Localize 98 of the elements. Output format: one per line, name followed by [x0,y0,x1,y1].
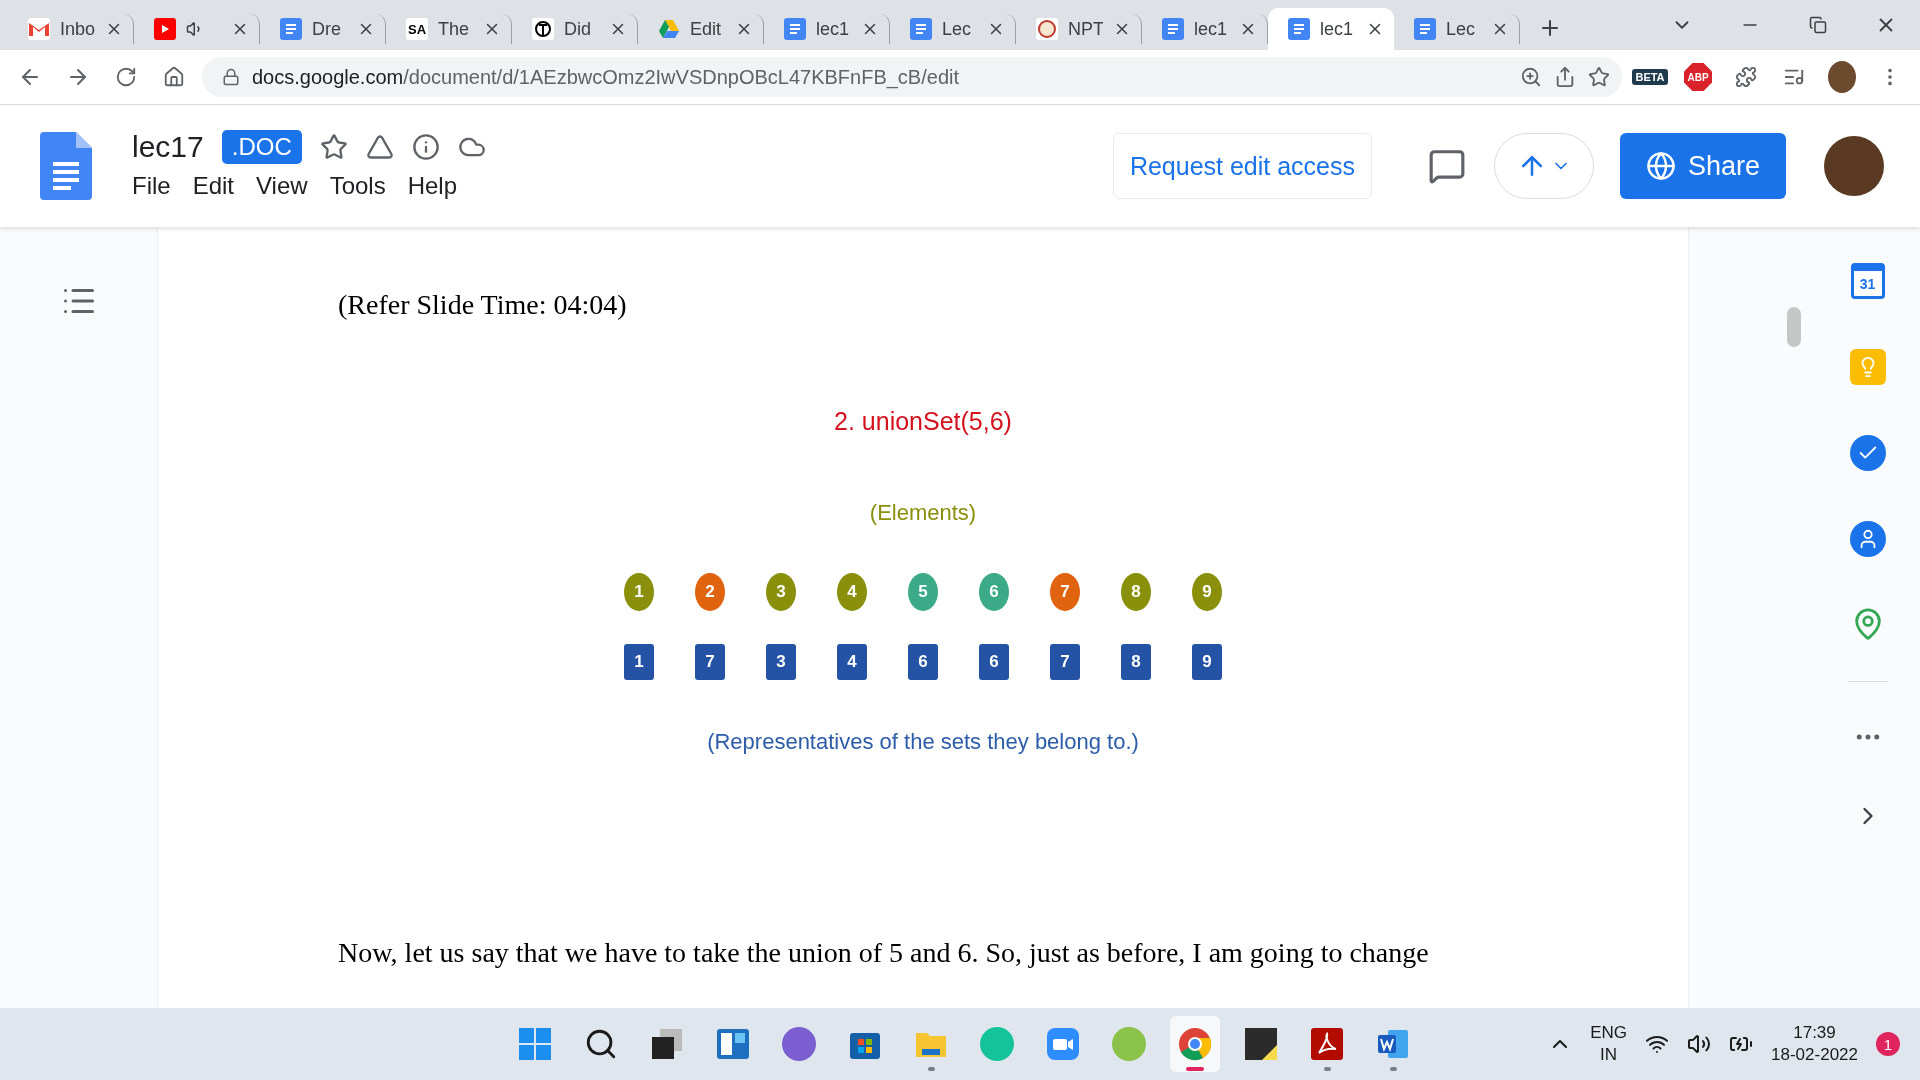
tab-title: Dre [312,18,342,40]
document-icon [1414,18,1436,40]
menu-item[interactable]: View [250,170,314,202]
representative-node: 8 [1121,644,1151,680]
check-icon[interactable] [1849,435,1886,471]
element-node: 2 [695,573,725,611]
scrollbar-thumb[interactable] [1787,307,1801,347]
calendar-icon[interactable]: 31 [1850,263,1885,299]
representative-node: 6 [979,644,1009,680]
language-indicator[interactable]: ENG IN [1590,1022,1628,1066]
chat-icon [782,1027,816,1061]
tab-title: lec1 [1320,18,1355,40]
document-logo-icon [40,132,92,200]
representative-node: 6 [908,644,938,680]
profile-avatar[interactable] [1824,136,1884,196]
share-button[interactable]: Share [1620,133,1786,199]
file-type-badge: .DOC [221,130,302,164]
browser-tab[interactable]: Lec [890,14,1016,44]
drive-add-icon[interactable] [365,133,394,161]
representative-node: 3 [766,644,796,680]
browser-tab[interactable]: SA The [386,14,512,44]
document-icon [1162,18,1184,40]
element-node: 8 [1121,573,1151,611]
share-icon[interactable] [1554,66,1576,88]
video-camera-icon [1046,1027,1080,1061]
slide-reference: (Refer Slide Time: 04:04) [338,288,628,322]
clock[interactable]: 17:39 18-02-2022 [1771,1022,1858,1066]
tab-title: The [438,18,471,40]
element-node: 1 [624,573,654,611]
document-icon [910,18,932,40]
speaker-icon[interactable] [1687,1032,1712,1056]
info-icon[interactable] [411,133,440,161]
star-icon[interactable] [319,133,348,161]
browser-tab[interactable]: NPT [1016,14,1142,44]
elements-label: (Elements) [869,499,977,527]
element-node: 4 [837,573,867,611]
browser-tab[interactable]: lec1 [1142,14,1268,44]
triangle-logo-icon [658,18,680,40]
menu-item[interactable]: Tools [323,170,392,202]
comment-icon[interactable] [1428,147,1466,185]
slide-title: 2. unionSet(5,6) [834,406,1012,437]
windows-icon [518,1027,552,1061]
document-icon [1288,18,1310,40]
globe-icon [1645,151,1676,181]
representative-node: 1 [624,644,654,680]
representative-node: 7 [1050,644,1080,680]
request-edit-button[interactable]: Request edit access [1112,133,1372,199]
play-icon [154,18,176,40]
widgets-icon [716,1027,750,1061]
browser-tab[interactable]: Did [512,14,638,44]
circle-logo-icon [980,1027,1014,1061]
document-icon [280,18,302,40]
representative-node: 9 [1192,644,1222,680]
element-node: 3 [766,573,796,611]
task-view-icon [650,1027,684,1061]
tab-title: Edit [690,18,723,40]
app-icon [1112,1027,1146,1061]
browser-tab[interactable]: lec1 [764,14,890,44]
star-icon[interactable] [1588,66,1610,88]
tab-title: lec1 [816,18,851,40]
logo-icon [532,18,554,40]
lock-icon [222,68,240,86]
element-node: 6 [979,573,1009,611]
browser-tab[interactable]: Dre [260,14,386,44]
browser-logo-icon [1178,1027,1212,1061]
menu-item[interactable]: File [126,170,177,202]
person-icon[interactable] [1849,521,1886,557]
browser-tab[interactable]: lec1 [1268,8,1394,50]
menu-item[interactable]: Edit [186,170,241,202]
mail-icon [28,18,50,40]
pdf-app-icon [1310,1027,1344,1061]
representative-node: 7 [695,644,725,680]
element-node: 5 [908,573,938,611]
notification-badge[interactable]: 1 [1876,1032,1900,1056]
browser-tab[interactable]: Inbo [8,14,134,44]
representative-node: 4 [837,644,867,680]
element-node: 7 [1050,573,1080,611]
tab-title: NPT [1068,18,1103,40]
document-title[interactable]: lec17 [132,130,204,164]
body-text: Now, let us say that we have to take the union of 5 and 6. So, just as before, I am going to change [338,936,1430,970]
tab-logo: SA [406,18,428,40]
zoom-icon[interactable] [1520,66,1542,88]
browser-tab[interactable]: Edit [638,14,764,44]
emblem-icon [1036,18,1058,40]
address-field[interactable]: docs.google.com/document/d/1AEzbwcOmz2IwVSDnpOBcL47KBFnFB_cB/edit [202,57,1622,97]
document-icon [784,18,806,40]
document-app-icon [1376,1027,1410,1061]
menu-item[interactable]: Help [401,170,463,202]
element-node: 9 [1192,573,1222,611]
browser-tab[interactable]: Lec [1394,14,1520,44]
slide-caption: (Representatives of the sets they belong to.) [707,728,1139,756]
search-icon [584,1027,618,1061]
tab-title: Did [564,18,592,40]
tab-title: Lec [942,18,973,40]
tab-title: Inbo [60,18,95,40]
tab-title: Lec [1446,18,1477,40]
tab-title: lec1 [1194,18,1229,40]
sticky-note-icon [1244,1027,1278,1061]
